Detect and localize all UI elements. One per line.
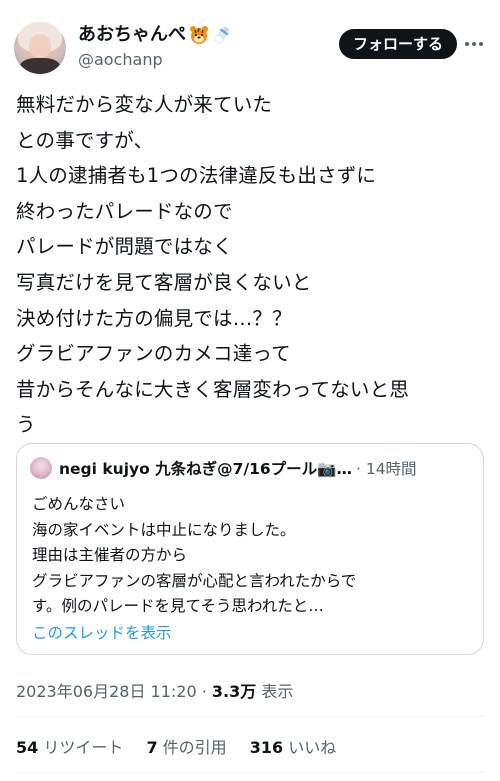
meta-separator: ·	[196, 682, 212, 701]
author-display-name[interactable]: あおちゃんぺ	[78, 23, 186, 47]
tweet-line: 無料だから変な人が来ていた	[16, 93, 273, 116]
tweet-line: 1人の逮捕者も1つの法律違反も出さずに	[16, 164, 377, 188]
tweet-line: パレードが問題ではなく	[16, 235, 233, 259]
quoted-line: 海の家イベントは中止になりました。	[32, 520, 296, 539]
quoted-line: す。例のパレードを見てそう思われたと…	[32, 597, 324, 615]
quoted-tweet-card[interactable]: negi kujyo 九条ねぎ@7/16プール📷… · 14時間 ごめんなさい …	[16, 443, 484, 655]
show-thread-link[interactable]: このスレッドを表示	[32, 621, 172, 643]
tweet-line: 終わったパレードなので	[16, 199, 233, 223]
tweet-line: 昔からそんなに大きく客層変わってないと思	[16, 377, 410, 401]
baby-bottle-icon	[214, 26, 229, 44]
tweet-line: との事ですが、	[16, 128, 154, 152]
engagement-stats: 54 リツイート 7 件の引用 316 いいね	[16, 734, 354, 758]
retweets-label: リツイート	[38, 738, 124, 757]
quoted-tweet-time: · 14時間	[355, 460, 417, 478]
tweet-date[interactable]: 2023年06月28日 11:20	[16, 682, 197, 701]
more-options-icon[interactable]	[462, 32, 486, 56]
divider	[16, 716, 484, 717]
tweet-timestamp: 2023年06月28日 11:20 · 3.3万 表示	[16, 678, 293, 702]
views-label: 表示	[256, 682, 294, 701]
author-display-name-row[interactable]: あおちゃんぺ	[78, 23, 232, 47]
author-handle[interactable]: @aochanp	[78, 49, 232, 71]
quoted-tweet-header: negi kujyo 九条ねぎ@7/16プール📷… · 14時間	[30, 457, 417, 479]
tweet-header: あおちゃんぺ @aochanp フォローする	[14, 22, 486, 74]
tweet-line: グラビアファンのカメコ達って	[16, 342, 291, 366]
likes-label: いいね	[283, 738, 337, 757]
quotes-stat[interactable]: 7 件の引用	[146, 738, 226, 757]
divider	[16, 772, 484, 773]
tweet-line: 決め付けた方の偏見では…？？	[16, 306, 292, 330]
quotes-label: 件の引用	[157, 738, 227, 757]
quoted-author-avatar	[30, 457, 52, 479]
quoted-line: 理由は主催者の方から	[32, 546, 188, 564]
author-name-block: あおちゃんぺ @aochanp	[78, 23, 232, 71]
views-count: 3.3万	[211, 682, 257, 701]
quoted-line: グラビアファンの客層が心配と言われたからで	[32, 571, 357, 590]
quoted-tweet-text: ごめんなさい 海の家イベントは中止になりました。 理由は主催者の方から グラビア…	[32, 492, 356, 620]
quoted-line: ごめんなさい	[32, 495, 126, 513]
tiger-face-icon	[190, 26, 208, 44]
follow-button[interactable]: フォローする	[338, 29, 457, 59]
retweets-stat[interactable]: 54 リツイート	[16, 738, 123, 757]
retweets-count: 54	[16, 738, 39, 757]
tweet-line: う	[16, 413, 36, 437]
quotes-count: 7	[146, 738, 158, 757]
likes-stat[interactable]: 316 いいね	[250, 738, 337, 757]
likes-count: 316	[249, 738, 284, 757]
tweet-line: 写真だけを見て客層が良くないと	[16, 270, 312, 294]
author-avatar[interactable]	[14, 22, 66, 74]
tweet-text: 無料だから変な人が来ていた との事ですが、 1人の逮捕者も1つの法律違反も出さず…	[16, 87, 486, 443]
quoted-author-name: negi kujyo 九条ねぎ@7/16プール📷…	[59, 460, 352, 478]
